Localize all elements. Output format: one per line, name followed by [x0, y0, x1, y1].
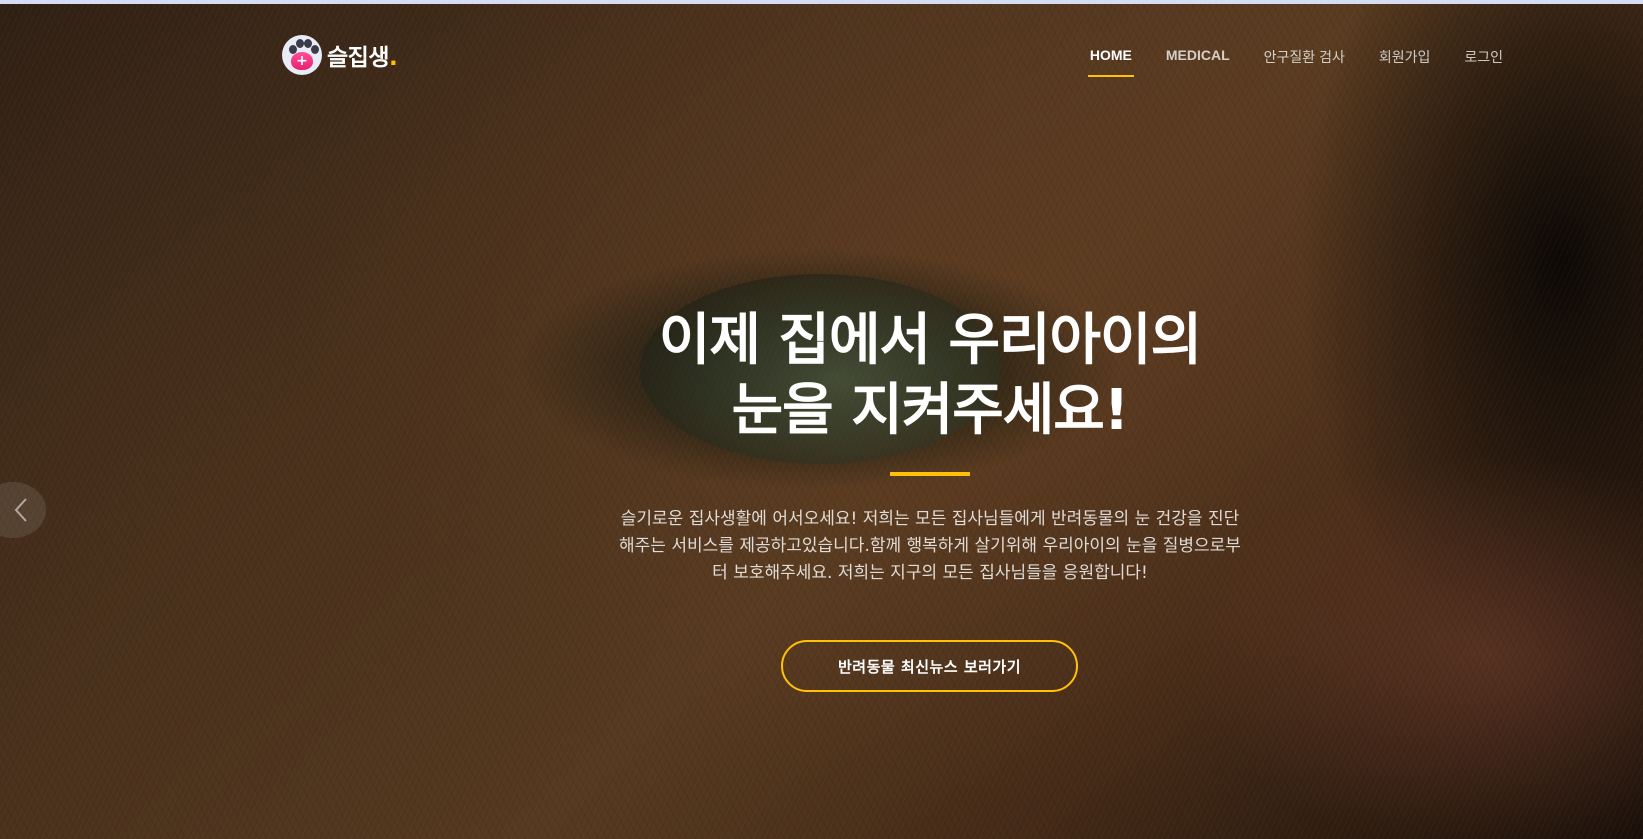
hero-content: 이제 집에서 우리아이의 눈을 지켜주세요! 슬기로운 집사생활에 어서오세요!… [0, 4, 1643, 839]
chevron-left-icon [14, 498, 27, 522]
title-divider [890, 472, 970, 476]
hero-title-line-1: 이제 집에서 우리아이의 [658, 308, 1202, 373]
hero-title: 이제 집에서 우리아이의 눈을 지켜주세요! [0, 306, 1643, 446]
news-cta-button[interactable]: 반려동물 최신뉴스 보러가기 [781, 640, 1078, 692]
hero-title-line-2: 눈을 지켜주세요! [731, 378, 1130, 443]
hero-description: 슬기로운 집사생활에 어서오세요! 저희는 모든 집사님들에게 반려동물의 눈 … [619, 509, 1241, 583]
carousel-prev-button[interactable] [0, 482, 46, 538]
